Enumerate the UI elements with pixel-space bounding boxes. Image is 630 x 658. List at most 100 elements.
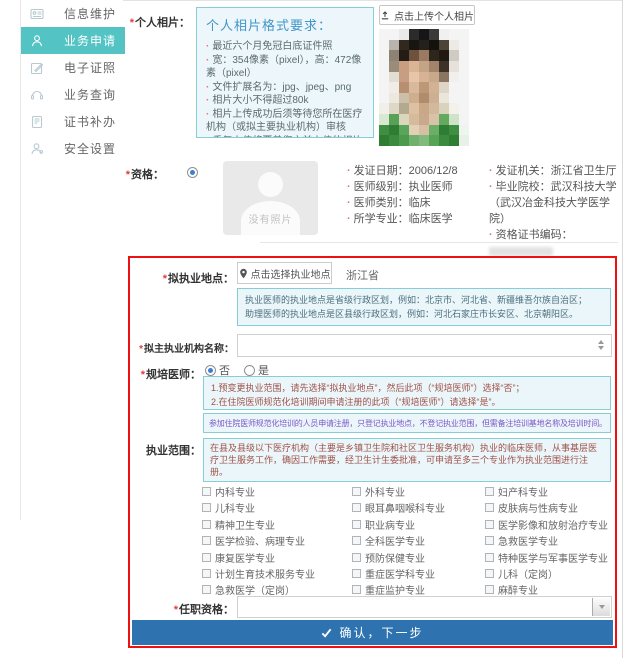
checkbox-icon[interactable] [352,553,361,562]
location-hint-box: 执业医师的执业地点是省级行政区划，例如：北京市、河北省、新疆维吾尔族自治区；助理… [237,288,611,326]
checkbox-icon[interactable] [485,553,494,562]
photo-pixel [399,82,409,93]
photo-pixel [379,40,389,51]
checkbox-icon[interactable] [202,503,211,512]
combo-arrows-icon[interactable] [598,340,604,350]
check-icon [321,628,332,638]
sidebar-item-业务申请[interactable]: 业务申请 [21,27,125,54]
bullet-icon: · [347,197,351,209]
scope-checkbox-预防保健专业[interactable]: 预防保健专业 [352,550,425,565]
photo-pixel [419,40,429,51]
scope-checkbox-职业病专业[interactable]: 职业病专业 [352,517,415,532]
scope-checkbox-医学检验、病理专业[interactable]: 医学检验、病理专业 [202,533,305,548]
checkbox-icon[interactable] [202,585,211,594]
scope-checkbox-眼耳鼻咽喉科专业[interactable]: 眼耳鼻咽喉科专业 [352,500,445,515]
scope-checkbox-重症医学科专业[interactable]: 重症医学科专业 [352,566,435,581]
photo-pixel [459,114,469,125]
scope-checkbox-外科专业[interactable]: 外科专业 [352,484,405,499]
scope-checkbox-儿科（定岗）[interactable]: 儿科（定岗） [485,566,558,581]
photo-requirements-title: 个人相片格式要求： [206,15,364,34]
scope-checkbox-妇产科专业[interactable]: 妇产科专业 [485,484,548,499]
scope-hint-box: 在县及县级以下医疗机构（主要是乡镇卫生院和社区卫生服务机构）执业的临床医师，从事… [203,438,611,482]
checkbox-icon[interactable] [485,585,494,594]
sidebar-item-电子证照[interactable]: 电子证照 [21,54,125,81]
photo-pixel [409,114,419,125]
scope-checkbox-医学影像和放射治疗专业[interactable]: 医学影像和放射治疗专业 [485,517,608,532]
photo-pixel [449,125,459,136]
photo-pixel [389,93,399,104]
sidebar-item-信息维护[interactable]: 信息维护 [21,0,125,27]
photo-pixel [409,125,419,136]
photo-pixel [389,135,399,146]
photo-pixel [389,50,399,61]
checkbox-icon[interactable] [485,520,494,529]
photo-pixel [449,40,459,51]
checkbox-icon[interactable] [352,520,361,529]
org-name-input[interactable] [237,334,612,357]
checkbox-icon[interactable] [485,503,494,512]
no-photo-placeholder: 没有照片 [223,161,318,235]
checkbox-icon[interactable] [202,553,211,562]
photo-pixel [459,72,469,83]
photo-pixel [429,135,439,146]
sidebar-item-安全设置[interactable]: 安全设置 [21,135,125,162]
bullet-icon: · [489,181,493,193]
upload-photo-button[interactable]: 点击上传个人相片 [379,5,475,25]
content-top-border [123,0,623,1]
photo-pixel [449,93,459,104]
photo-pixel [409,29,419,40]
photo-pixel [459,40,469,51]
photo-pixel [389,72,399,83]
required-asterisk: * [141,369,145,381]
bullet-icon: · [206,41,209,52]
photo-pixel [439,125,449,136]
photo-pixel [459,135,469,146]
sidebar-item-业务查询[interactable]: 业务查询 [21,81,125,108]
dropdown-button[interactable] [592,598,610,616]
photo-pixel [419,61,429,72]
chevron-down-icon [599,605,605,609]
checkbox-icon[interactable] [202,569,211,578]
checkbox-icon[interactable] [352,503,361,512]
required-asterisk: * [139,344,143,355]
trainee-radio-否[interactable] [205,365,216,376]
trainee-radio-是[interactable] [244,365,255,376]
photo-pixel [379,72,389,83]
confirm-next-button[interactable]: 确认，下一步 [132,620,613,645]
scope-checkbox-急救医学专业[interactable]: 急救医学专业 [485,533,558,548]
photo-pixel [449,114,459,125]
scope-checkbox-精神卫生专业[interactable]: 精神卫生专业 [202,517,275,532]
scope-checkbox-内科专业[interactable]: 内科专业 [202,484,255,499]
photo-requirement-item: ·重复上传将覆盖您之前上传的相片 [206,135,364,139]
photo-pixel [439,114,449,125]
scope-checkbox-计划生育技术服务专业[interactable]: 计划生育技术服务专业 [202,566,315,581]
scope-checkbox-康复医学专业[interactable]: 康复医学专业 [202,550,275,565]
title-qualification-select[interactable] [237,596,612,618]
checkbox-icon[interactable] [485,536,494,545]
qualification-radio[interactable] [187,167,198,178]
checkbox-icon[interactable] [202,487,211,496]
checkbox-icon[interactable] [352,585,361,594]
choose-location-button[interactable]: 点击选择执业地点 [237,262,332,284]
checkbox-icon[interactable] [485,569,494,578]
scope-checkbox-特种医学与军事医学专业[interactable]: 特种医学与军事医学专业 [485,550,608,565]
checkbox-icon[interactable] [352,487,361,496]
checkbox-icon[interactable] [352,569,361,578]
sidebar-item-label: 安全设置 [64,140,116,157]
checkbox-icon[interactable] [202,536,211,545]
scope-checkbox-皮肤病与性病专业[interactable]: 皮肤病与性病专业 [485,500,578,515]
hint-line: 助理医师的执业地点是区县级行政区划，例如：河北石家庄市长安区、北京朝阳区。 [245,307,603,321]
checkbox-icon[interactable] [485,487,494,496]
photo-pixel [429,29,439,40]
sidebar-item-证书补办[interactable]: 证书补办 [21,108,125,135]
scope-checkbox-全科医学专业[interactable]: 全科医学专业 [352,533,425,548]
photo-pixel [389,82,399,93]
checkbox-icon[interactable] [352,536,361,545]
photo-pixel [389,125,399,136]
photo-pixel [459,29,469,40]
scope-checkbox-儿科专业[interactable]: 儿科专业 [202,500,255,515]
photo-pixel [429,82,439,93]
photo-pixel [409,61,419,72]
checkbox-icon[interactable] [202,520,211,529]
photo-pixel [439,40,449,51]
